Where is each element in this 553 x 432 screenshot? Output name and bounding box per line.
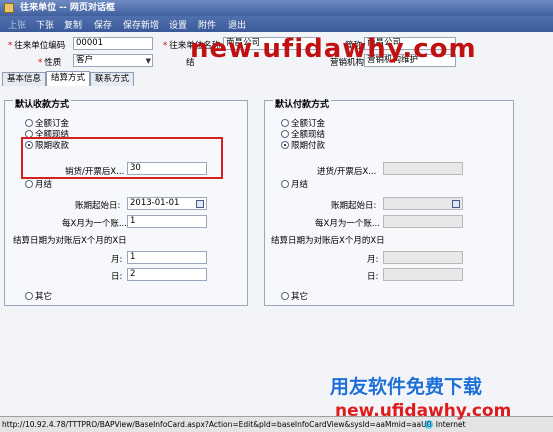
payment-other-radio[interactable]: 其它 <box>281 290 308 302</box>
window-app-icon <box>4 2 14 13</box>
radio-icon <box>281 292 289 300</box>
payment-period-radio[interactable]: 限期付款 <box>281 139 325 151</box>
nature-value: 客户 <box>76 55 94 65</box>
receipt-start-label: 账期起始日: <box>75 201 121 211</box>
radio-icon <box>281 119 289 127</box>
receipt-start-input[interactable]: 2013-01-01 <box>127 197 207 210</box>
nature-label: * 性质 <box>38 58 62 68</box>
code-input[interactable]: 00001 <box>73 37 153 50</box>
tab-basic-info[interactable]: 基本信息 <box>2 72 46 86</box>
menu-exit[interactable]: 退出 <box>228 18 246 31</box>
radio-icon <box>25 292 33 300</box>
payment-month-label: 月: <box>367 255 379 265</box>
receipt-month-label: 月: <box>111 255 123 265</box>
receipt-monthly-radio[interactable]: 月结 <box>25 178 52 190</box>
tab-strip: 基本信息 结算方式 联系方式 <box>0 71 553 86</box>
tab-settlement[interactable]: 结算方式 <box>46 71 90 86</box>
menu-copy[interactable]: 复制 <box>64 18 82 31</box>
payment-day-input[interactable] <box>383 268 463 281</box>
menu-settings[interactable]: 设置 <box>169 18 187 31</box>
payment-title: 默认付款方式 <box>273 97 332 110</box>
highlight-box <box>21 137 223 179</box>
payment-day-label: 日: <box>367 272 379 282</box>
menu-bar: 上张 下张 复制 保存 保存新增 设置 附件 退出 <box>0 16 553 32</box>
menu-attachment[interactable]: 附件 <box>198 18 216 31</box>
radio-icon <box>25 180 33 188</box>
nature-select[interactable]: 客户 ▼ <box>73 54 153 67</box>
payment-monthly-radio[interactable]: 月结 <box>281 178 308 190</box>
receipt-other-radio[interactable]: 其它 <box>25 290 52 302</box>
menu-save-new[interactable]: 保存新增 <box>123 18 159 31</box>
window-title: 往来单位 -- 网页对话框 <box>20 3 115 13</box>
payment-settle-day-label: 结算日期为对账后X个月的X日 <box>271 236 385 246</box>
receipt-day-label: 日: <box>111 272 123 282</box>
receipt-every-label: 每X月为一个账... <box>62 219 127 229</box>
payment-after-label: 进货/开票后X... <box>317 167 377 177</box>
payment-every-input[interactable] <box>383 215 463 228</box>
status-url: http://10.92.4.78/TTTPRO/BAPView/BaseInf… <box>2 420 432 429</box>
watermark-top: new.ufidawhy.com <box>190 34 477 64</box>
payment-month-input[interactable] <box>383 251 463 264</box>
radio-selected-icon <box>281 141 289 149</box>
receipt-day-input[interactable]: 2 <box>127 268 207 281</box>
menu-next[interactable]: 下张 <box>36 18 54 31</box>
payment-panel: 默认付款方式 全额订金 全额现结 限期付款 进货/开票后X... 月结 账期起始… <box>264 97 514 306</box>
watermark-cn: 用友软件免费下载 <box>330 376 483 398</box>
payment-after-input[interactable] <box>383 162 463 175</box>
calendar-icon[interactable] <box>452 200 460 208</box>
menu-save[interactable]: 保存 <box>94 18 112 31</box>
window-title-bar: 往来单位 -- 网页对话框 <box>0 0 553 16</box>
receipt-settle-day-label: 结算日期为对账后X个月的X日 <box>13 236 127 246</box>
settlement-content: 默认收款方式 全额订金 全额现结 限期收款 销货/开票后X... 30 月结 账… <box>0 86 553 416</box>
chevron-down-icon: ▼ <box>145 57 151 65</box>
tab-contact[interactable]: 联系方式 <box>90 72 134 86</box>
watermark-bottom: new.ufidawhy.com <box>335 401 512 421</box>
payment-start-label: 账期起始日: <box>331 201 377 211</box>
code-label: * 往来单位编码 <box>8 41 66 51</box>
radio-icon <box>281 180 289 188</box>
radio-icon <box>25 119 33 127</box>
receipt-every-input[interactable]: 1 <box>127 215 207 228</box>
receipt-title: 默认收款方式 <box>13 97 72 110</box>
receipt-panel: 默认收款方式 全额订金 全额现结 限期收款 销货/开票后X... 30 月结 账… <box>4 97 248 306</box>
radio-icon <box>281 130 289 138</box>
menu-prev[interactable]: 上张 <box>8 18 26 31</box>
payment-every-label: 每X月为一个账... <box>315 219 380 229</box>
receipt-month-input[interactable]: 1 <box>127 251 207 264</box>
calendar-icon[interactable] <box>196 200 204 208</box>
payment-start-input[interactable] <box>383 197 463 210</box>
